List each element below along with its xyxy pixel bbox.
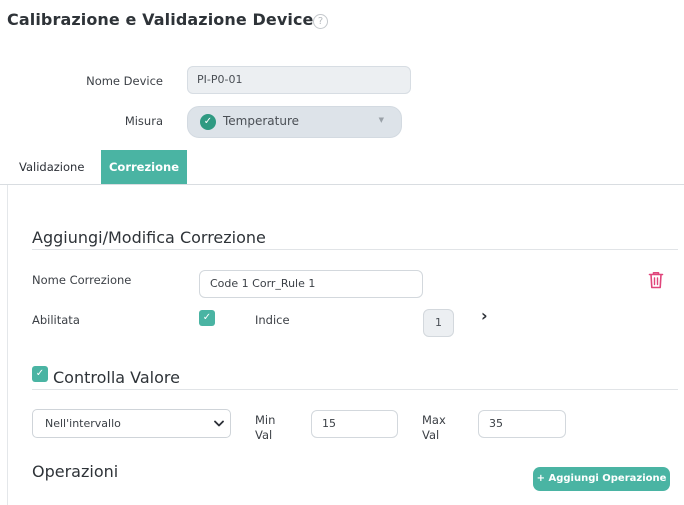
check-value-checkbox[interactable]: ✓ [32,366,48,382]
correction-name-input[interactable]: Code 1 Corr_Rule 1 [199,270,423,298]
operations-title: Operazioni [32,462,119,481]
tab-correzione[interactable]: Correzione [101,150,187,184]
tabs-divider [0,184,684,185]
min-val-label: Min Val [255,413,276,442]
max-val-input[interactable]: 35 [478,410,566,438]
check-circle-icon: ✓ [200,114,216,130]
range-type-select[interactable]: Nell'intervallo [32,409,231,438]
range-type-value: Nell'intervallo [45,417,121,430]
panel-border [7,185,8,505]
check-value-title: Controlla Valore [53,368,180,387]
help-icon[interactable]: ? [313,14,328,29]
index-value[interactable]: 1 [423,309,454,337]
caret-down-icon: ▼ [378,116,384,124]
measure-value: Temperature [223,114,300,128]
min-val-input[interactable]: 15 [311,410,398,438]
chevron-down-icon [214,420,224,427]
max-val-label: Max Val [422,413,446,442]
measure-label: Misura [124,114,163,128]
index-label: Indice [255,313,290,327]
correction-section-title: Aggiungi/Modifica Correzione [32,228,266,247]
trash-icon[interactable] [648,271,664,289]
correction-name-label: Nome Correzione [32,273,132,287]
device-name-input[interactable]: PI-P0-01 [187,66,411,94]
plus-icon: + [536,473,545,484]
enabled-label: Abilitata [32,313,80,327]
page-title: Calibrazione e Validazione Device [7,10,314,29]
measure-select[interactable]: ✓ Temperature ▼ [187,106,402,138]
chevron-right-icon[interactable]: › [481,306,488,325]
add-operation-button[interactable]: + Aggiungi Operazione [533,467,670,491]
enabled-checkbox[interactable]: ✓ [199,310,215,326]
tab-validazione[interactable]: Validazione [9,150,94,184]
add-operation-label: Aggiungi Operazione [548,473,667,484]
section-divider [32,389,678,390]
section-divider [32,249,678,250]
device-name-label: Nome Device [86,74,163,88]
